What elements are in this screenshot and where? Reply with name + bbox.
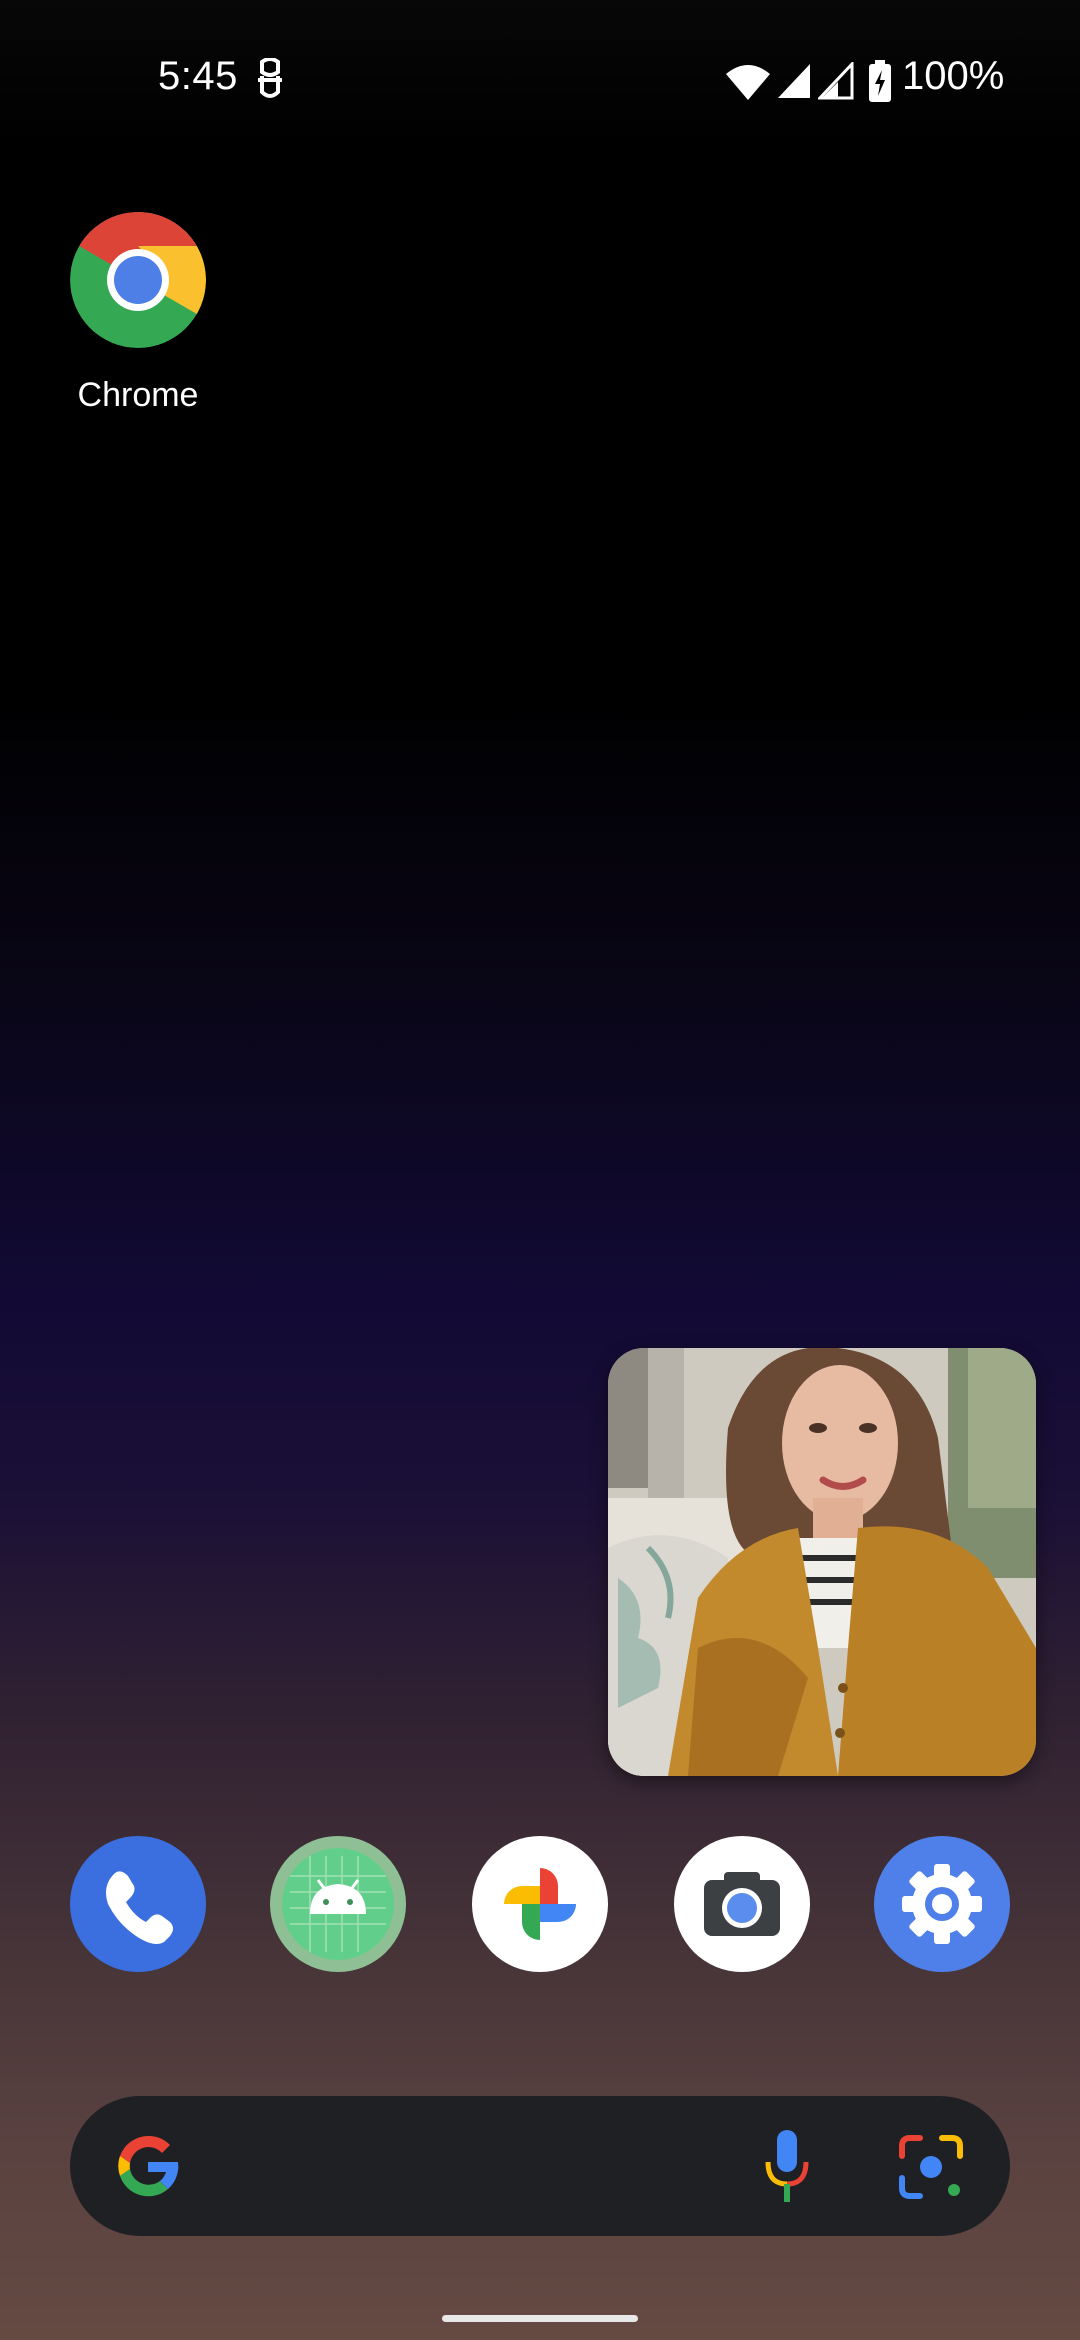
notification-icon	[258, 58, 282, 98]
settings-icon[interactable]	[874, 1836, 1010, 1972]
lens-icon[interactable]	[896, 2132, 966, 2202]
mic-icon[interactable]	[762, 2128, 812, 2204]
google-search-bar[interactable]	[70, 2096, 1010, 2236]
wifi-icon	[726, 65, 770, 100]
android-app-icon[interactable]	[270, 1836, 406, 1972]
photos-icon[interactable]	[472, 1836, 608, 1972]
video-call-pip-window[interactable]	[608, 1348, 1036, 1776]
chrome-app-shortcut[interactable]: Chrome	[48, 212, 228, 415]
battery-charging-icon	[869, 60, 891, 102]
navigation-handle[interactable]	[442, 2315, 638, 2322]
battery-percentage: 100%	[902, 54, 1005, 98]
video-frame-image	[608, 1348, 1036, 1776]
google-logo-icon	[118, 2135, 179, 2197]
chrome-label: Chrome	[77, 376, 199, 414]
signal-icon	[818, 62, 854, 100]
chrome-icon	[70, 212, 206, 348]
status-bar: 5:45 100%	[0, 0, 1080, 165]
phone-icon[interactable]	[70, 1836, 206, 1972]
camera-icon[interactable]	[674, 1836, 810, 1972]
clock: 5:45	[158, 54, 238, 98]
signal-icon	[778, 64, 810, 98]
